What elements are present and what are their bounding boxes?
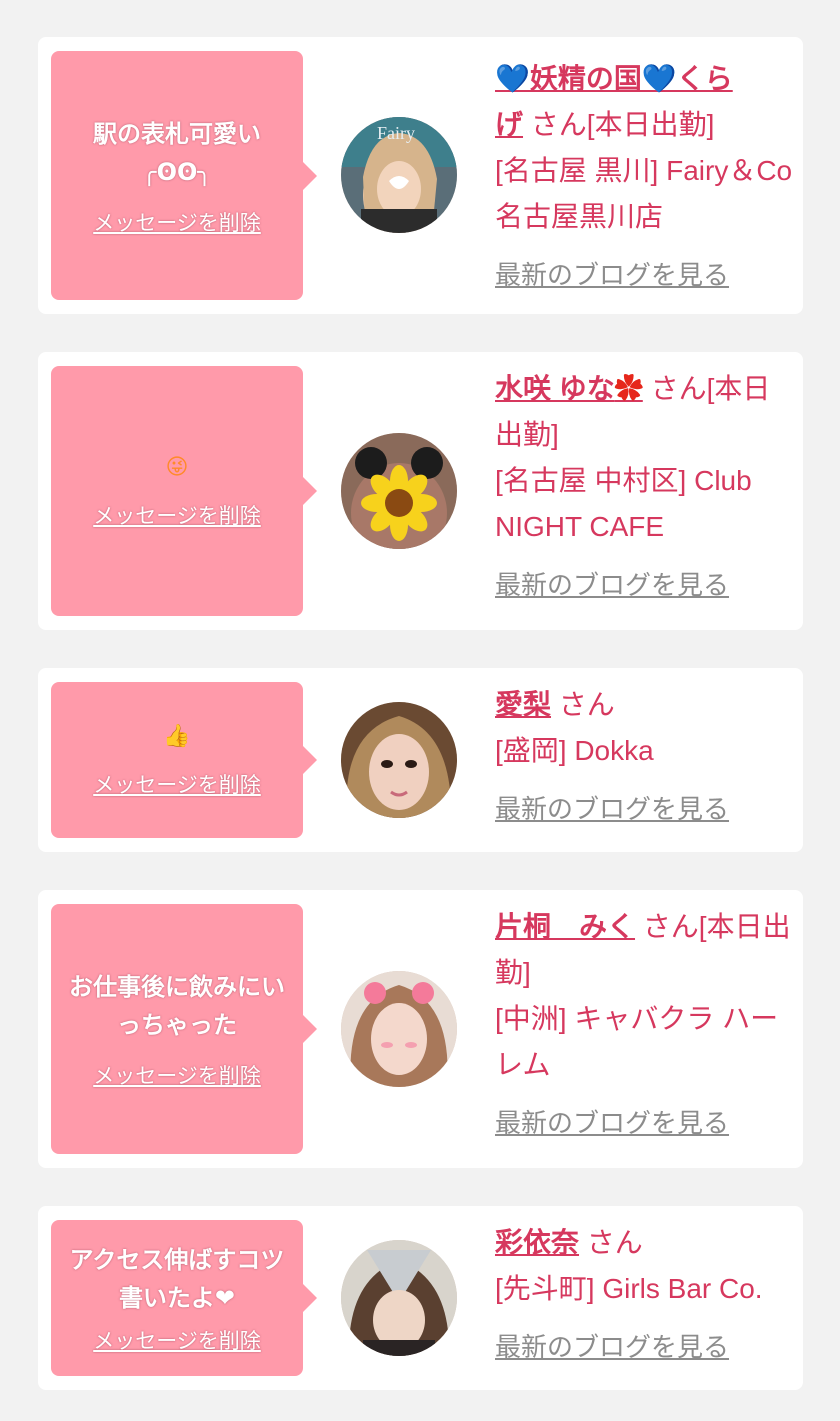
message-bubble: 👍 メッセージを削除 [51, 682, 317, 838]
cast-name-text: 水咲 ゆな [495, 373, 615, 404]
avatar[interactable]: Fairy [341, 117, 457, 233]
shop-name: [中洲] キャバクラ ハーレム [495, 1003, 779, 1080]
avatar[interactable] [341, 702, 457, 818]
delete-message-link[interactable]: メッセージを削除 [93, 500, 261, 530]
message-card: お仕事後に飲みにいっちゃった メッセージを削除 片桐 みく さん[本日出勤] [… [38, 890, 803, 1168]
flower-icon: ✿ [614, 373, 643, 404]
message-text: お仕事後に飲みにいっちゃった [69, 973, 285, 1039]
avatar-photo-icon [341, 1240, 457, 1356]
message-text: 駅の表札可愛い ╭ʘʘ╮ [93, 119, 261, 186]
delete-message-link[interactable]: メッセージを削除 [93, 1060, 261, 1090]
message-bubble: お仕事後に飲みにいっちゃった メッセージを削除 [51, 904, 317, 1154]
cast-name-link[interactable]: 水咲 ゆな✿ [495, 373, 643, 404]
cast-name-link[interactable]: 愛梨 [495, 689, 551, 720]
latest-blog-link[interactable]: 最新のブログを見る [495, 786, 729, 832]
profile-info: 彩依奈 さん [先斗町] Girls Bar Co. 最新のブログを見る [495, 1220, 795, 1370]
honorific-status: さん [586, 1227, 643, 1258]
profile-info: 片桐 みく さん[本日出勤] [中洲] キャバクラ ハーレム 最新のブログを見る [495, 904, 795, 1146]
shop-name: [名古屋 中村区] Club NIGHT CAFE [495, 465, 752, 542]
latest-blog-link[interactable]: 最新のブログを見る [495, 1324, 729, 1370]
message-bubble: 駅の表札可愛い ╭ʘʘ╮ メッセージを削除 [51, 51, 317, 300]
honorific-status: さん[本日出勤] [530, 109, 715, 140]
cast-name-link[interactable]: 彩依奈 [495, 1227, 579, 1258]
profile-info: 水咲 ゆな✿ さん[本日出勤] [名古屋 中村区] Club NIGHT CAF… [495, 366, 795, 608]
cast-name-link[interactable]: 片桐 みく [495, 911, 635, 942]
name-line: 彩依奈 さん [495, 1220, 795, 1266]
delete-message-link[interactable]: メッセージを削除 [93, 769, 261, 799]
profile-info: 💙妖精の国💙くら げ さん[本日出勤] [名古屋 黒川] Fairy＆Co 名古… [495, 56, 795, 298]
avatar-photo-icon [341, 702, 457, 818]
message-bubble: 😜 メッセージを削除 [51, 366, 317, 616]
shop-name: [名古屋 黒川] Fairy＆Co 名古屋黒川店 [495, 155, 793, 232]
message-card: アクセス伸ばすコツ書いたよ❤ メッセージを削除 彩依奈 さん [先斗町] Gir… [38, 1206, 803, 1390]
message-card: 👍 メッセージを削除 愛梨 さん [盛岡] Dokka 最新のブログを見る [38, 668, 803, 852]
profile-info: 愛梨 さん [盛岡] Dokka 最新のブログを見る [495, 682, 795, 832]
cast-name-link[interactable]: 💙妖精の国💙くら [495, 63, 733, 94]
honorific-status: さん [558, 689, 615, 720]
message-card: 駅の表札可愛い ╭ʘʘ╮ メッセージを削除 Fairy 💙妖精の国💙くら げ さ… [38, 37, 803, 314]
delete-message-link[interactable]: メッセージを削除 [93, 207, 261, 237]
avatar-photo-icon: Fairy [341, 117, 457, 233]
avatar[interactable] [341, 1240, 457, 1356]
message-text: 😜 [165, 455, 189, 480]
name-line: 愛梨 さん [495, 682, 795, 728]
shop-name: [盛岡] Dokka [495, 735, 654, 766]
svg-text:Fairy: Fairy [377, 123, 415, 143]
name-line: 水咲 ゆな✿ さん[本日出勤] [495, 366, 795, 458]
message-bubble: アクセス伸ばすコツ書いたよ❤ メッセージを削除 [51, 1220, 317, 1376]
message-text: 👍 [163, 724, 191, 749]
delete-message-link[interactable]: メッセージを削除 [93, 1325, 261, 1355]
latest-blog-link[interactable]: 最新のブログを見る [495, 1100, 729, 1146]
avatar[interactable] [341, 971, 457, 1087]
avatar[interactable] [341, 433, 457, 549]
message-card: 😜 メッセージを削除 水咲 ゆな✿ さん[本日出勤] [名古屋 中村区] Clu… [38, 352, 803, 630]
avatar-photo-icon [341, 971, 457, 1087]
name-line: 片桐 みく さん[本日出勤] [495, 904, 795, 996]
cast-name-link-cont[interactable]: げ [495, 109, 523, 140]
shop-name: [先斗町] Girls Bar Co. [495, 1273, 763, 1304]
name-line: 💙妖精の国💙くら げ さん[本日出勤] [495, 56, 795, 148]
latest-blog-link[interactable]: 最新のブログを見る [495, 562, 729, 608]
message-text: アクセス伸ばすコツ書いたよ❤ [69, 1246, 285, 1312]
avatar-photo-sunflower-icon [341, 433, 457, 549]
latest-blog-link[interactable]: 最新のブログを見る [495, 252, 729, 298]
